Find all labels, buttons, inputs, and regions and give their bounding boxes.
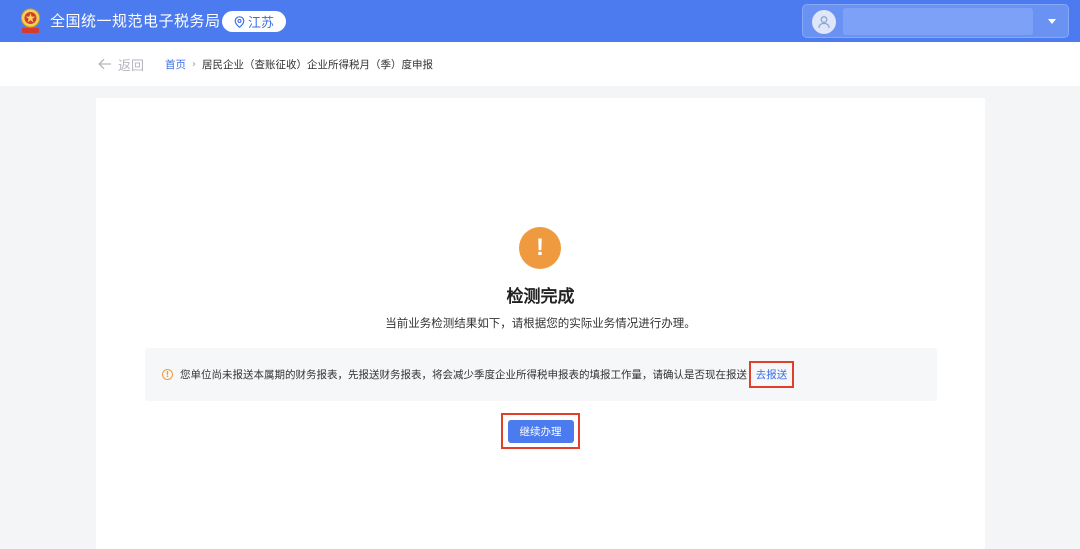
user-icon bbox=[818, 16, 830, 29]
tax-emblem-icon bbox=[21, 8, 40, 33]
continue-button[interactable]: 继续办理 bbox=[507, 419, 574, 443]
region-label: 江苏 bbox=[247, 16, 274, 31]
chevron-down-icon[interactable] bbox=[1048, 19, 1056, 24]
result-title: 检测完成 bbox=[506, 287, 575, 307]
top-header: 全国统一规范电子税务局 江苏 bbox=[0, 0, 1080, 42]
notice-text: 您单位尚未报送本属期的财务报表，先报送财务报表，将会减少季度企业所得税申报表的填… bbox=[180, 369, 747, 381]
info-warning-icon: ! bbox=[162, 369, 173, 380]
result-subtitle: 当前业务检测结果如下，请根据您的实际业务情况进行办理。 bbox=[385, 316, 696, 330]
breadcrumb-home-link[interactable]: 首页 bbox=[165, 57, 186, 72]
back-label: 返回 bbox=[118, 58, 145, 74]
go-report-link[interactable]: 去报送 bbox=[749, 361, 794, 388]
app-title: 全国统一规范电子税务局 bbox=[50, 12, 221, 30]
breadcrumb: 首页 › 居民企业（查账征收）企业所得税月（季）度申报 bbox=[165, 57, 433, 71]
avatar bbox=[812, 10, 836, 34]
notice-box: ! 您单位尚未报送本属期的财务报表，先报送财务报表，将会减少季度企业所得税申报表… bbox=[145, 348, 937, 401]
breadcrumb-bar: 返回 首页 › 居民企业（查账征收）企业所得税月（季）度申报 bbox=[0, 42, 1080, 86]
back-button[interactable]: 返回 bbox=[98, 56, 145, 74]
breadcrumb-current: 居民企业（查账征收）企业所得税月（季）度申报 bbox=[202, 58, 433, 71]
result-card: ! 检测完成 当前业务检测结果如下，请根据您的实际业务情况进行办理。 ! 您单位… bbox=[96, 98, 985, 549]
go-report-label: 去报送 bbox=[755, 369, 788, 381]
arrow-left-icon bbox=[98, 58, 111, 70]
continue-button-highlight: 继续办理 bbox=[501, 413, 580, 449]
user-menu[interactable] bbox=[802, 4, 1069, 38]
location-pin-icon bbox=[234, 15, 245, 28]
breadcrumb-separator: › bbox=[192, 58, 196, 70]
exclamation-icon: ! bbox=[519, 227, 561, 269]
region-selector[interactable]: 江苏 bbox=[222, 11, 286, 32]
user-name bbox=[843, 8, 1033, 35]
